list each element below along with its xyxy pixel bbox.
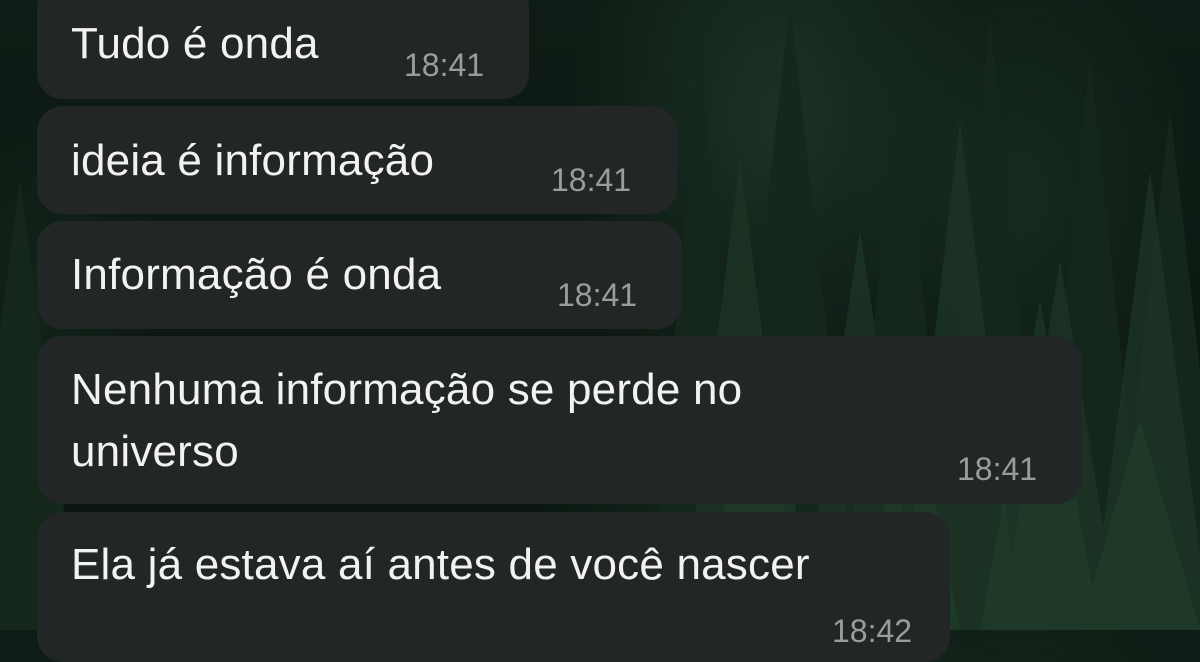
message-timestamp: 18:41: [957, 451, 1038, 487]
message-text: ideia é informação: [71, 136, 435, 185]
message-text-line-1: Nenhuma informação se perde no: [71, 365, 743, 414]
message-bubble[interactable]: Informação é onda 18:41: [37, 221, 682, 329]
message-text: Tudo é onda: [71, 19, 319, 68]
message-timestamp: 18:41: [551, 162, 632, 198]
message-bubble[interactable]: Ela já estava aí antes de você nascer 18…: [37, 512, 950, 662]
message-text: Informação é onda: [71, 250, 442, 299]
message-bubble[interactable]: ideia é informação 18:41: [37, 106, 677, 214]
message-timestamp: 18:41: [557, 277, 638, 313]
message-timestamp: 18:41: [404, 47, 485, 83]
message-timestamp: 18:42: [832, 613, 913, 649]
message-text-line-2: universo: [71, 427, 239, 476]
chat-message-list: Tudo é onda 18:41 ideia é informação 18:…: [0, 0, 1200, 662]
message-text: Ela já estava aí antes de você nascer: [71, 540, 810, 589]
message-bubble[interactable]: Tudo é onda 18:41: [37, 0, 529, 99]
message-bubble[interactable]: Nenhuma informação se perde no universo …: [37, 336, 1082, 504]
